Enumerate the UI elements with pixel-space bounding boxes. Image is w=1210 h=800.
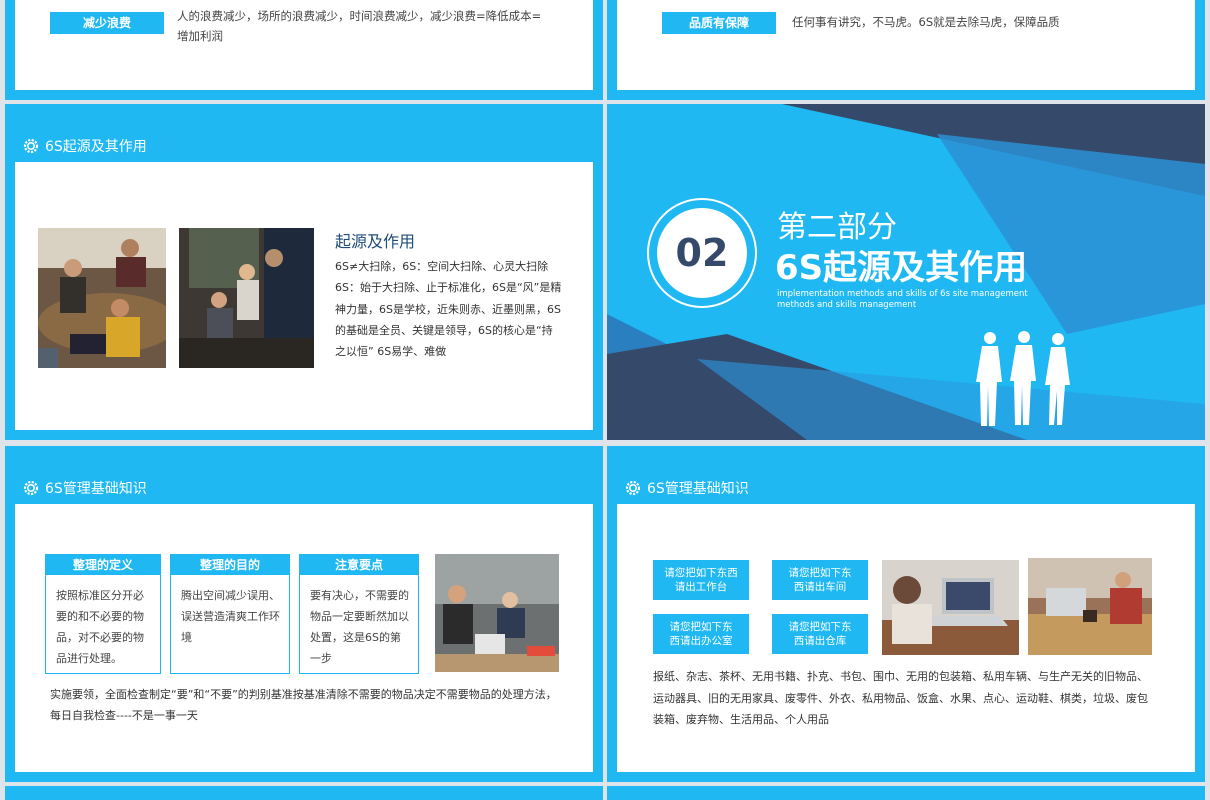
box-body: 按照标准区分开必要的和不必要的物品，对不必要的物品进行处理。 <box>56 589 144 665</box>
items-list-text: 报纸、杂志、茶杯、无用书籍、扑克、书包、围巾、无用的包装箱、私用车辆、与生产无关… <box>653 670 1148 726</box>
gear-icon <box>23 138 39 154</box>
tile-line-2: 西请出车间 <box>793 581 847 593</box>
request-tile-workbench: 请您把如下东西 请出工作台 <box>653 560 749 600</box>
conference-photo <box>435 554 559 672</box>
slide-header: 6S管理基础知识 <box>23 478 147 498</box>
tile-line-1: 请您把如下东 <box>669 621 733 633</box>
request-tile-warehouse: 请您把如下东 西请出仓库 <box>772 614 868 654</box>
slide-panel: 减少浪费 人的浪费减少，场所的浪费减少，时间浪费减少，减少浪费=降低成本=增加利… <box>15 0 593 90</box>
section-subtitle-2: methods and skills management <box>777 300 917 310</box>
tag-quality: 品质有保障 <box>662 12 776 34</box>
cafe-laptop-photo <box>1028 558 1152 655</box>
section-body: 6S≠大扫除，6S：空间大扫除、心灵大扫除6S：始于大扫除、止于标准化，6S是“… <box>335 260 562 359</box>
tag-description: 人的浪费减少，场所的浪费减少，时间浪费减少，减少浪费=降低成本=增加利润 <box>177 9 542 43</box>
slide-panel: 品质有保障 任何事有讲究，不马虎。6S就是去除马虎，保障品质 <box>617 0 1195 90</box>
slide-header: 6S管理基础知识 <box>625 478 749 498</box>
tile-line-1: 请您把如下东 <box>788 567 852 579</box>
box-title: 注意要点 <box>300 555 418 575</box>
slide-basics-right: 6S管理基础知识 请您把如下东西 请出工作台 请您把如下东 西请出车间 请您把如… <box>607 446 1205 782</box>
info-box-purpose: 整理的目的 腾出空间减少误用、误送营造清爽工作环境 <box>170 554 290 674</box>
slide-origin: 6S起源及其作用 起源及作用 6S≠大扫除，6S：空间大扫除、心灵大扫除6S：始… <box>5 104 603 440</box>
gear-icon <box>23 480 39 496</box>
tile-line-2: 请出工作台 <box>674 581 728 593</box>
tile-line-1: 请您把如下东 <box>788 621 852 633</box>
slide-basics-left: 6S管理基础知识 整理的定义 按照标准区分开必要的和不必要的物品，对不必要的物品… <box>5 446 603 782</box>
laptop-desk-photo <box>882 560 1019 655</box>
header-text: 6S管理基础知识 <box>45 481 147 497</box>
tile-line-1: 请您把如下东西 <box>664 567 738 579</box>
box-body: 要有决心，不需要的物品一定要断然加以处置，这是6S的第一步 <box>310 589 409 665</box>
header-text: 6S管理基础知识 <box>647 481 749 497</box>
tile-line-2: 西请出仓库 <box>793 635 847 647</box>
slide-panel: 起源及作用 6S≠大扫除，6S：空间大扫除、心灵大扫除6S：始于大扫除、止于标准… <box>15 162 593 430</box>
section-title: 起源及作用 <box>335 232 416 251</box>
tag-description: 任何事有讲究，不马虎。6S就是去除马虎，保障品质 <box>792 15 1060 29</box>
section-number-disc: 02 <box>657 208 747 298</box>
footer-text: 实施要领，全面检查制定“要”和“不要”的判别基准按基准清除不需要的物品决定不需要… <box>50 688 557 722</box>
box-title: 整理的目的 <box>171 555 289 575</box>
slide-section-02: 02 第二部分 6S起源及其作用 implementation methods … <box>607 104 1205 440</box>
slide-header: 6S起源及其作用 <box>23 136 147 156</box>
people-silhouette-icon <box>976 331 1070 426</box>
header-text: 6S起源及其作用 <box>45 139 147 155</box>
tag-reduce-waste: 减少浪费 <box>50 12 164 34</box>
slide-top-right: 品质有保障 任何事有讲究，不马虎。6S就是去除马虎，保障品质 <box>607 0 1205 100</box>
office-team-photo <box>179 228 314 368</box>
slide-bottom-left <box>5 786 603 800</box>
box-title: 整理的定义 <box>46 555 160 575</box>
info-box-notes: 注意要点 要有决心，不需要的物品一定要断然加以处置，这是6S的第一步 <box>299 554 419 674</box>
section-subtitle-1: implementation methods and skills of 6s … <box>777 289 1028 299</box>
request-tile-office: 请您把如下东 西请出办公室 <box>653 614 749 654</box>
slide-bottom-right <box>607 786 1205 800</box>
slide-panel: 整理的定义 按照标准区分开必要的和不必要的物品，对不必要的物品进行处理。 整理的… <box>15 504 593 772</box>
box-body: 腾出空间减少误用、误送营造清爽工作环境 <box>181 589 280 644</box>
request-tile-workshop: 请您把如下东 西请出车间 <box>772 560 868 600</box>
gear-icon <box>625 480 641 496</box>
tile-line-2: 西请出办公室 <box>669 635 733 647</box>
section-title: 6S起源及其作用 <box>775 248 1028 288</box>
slide-top-left: 减少浪费 人的浪费减少，场所的浪费减少，时间浪费减少，减少浪费=降低成本=增加利… <box>5 0 603 100</box>
meeting-photo <box>38 228 166 368</box>
info-box-definition: 整理的定义 按照标准区分开必要的和不必要的物品，对不必要的物品进行处理。 <box>45 554 161 674</box>
slide-panel: 请您把如下东西 请出工作台 请您把如下东 西请出车间 请您把如下东 西请出办公室… <box>617 504 1195 772</box>
section-number: 02 <box>675 231 729 275</box>
